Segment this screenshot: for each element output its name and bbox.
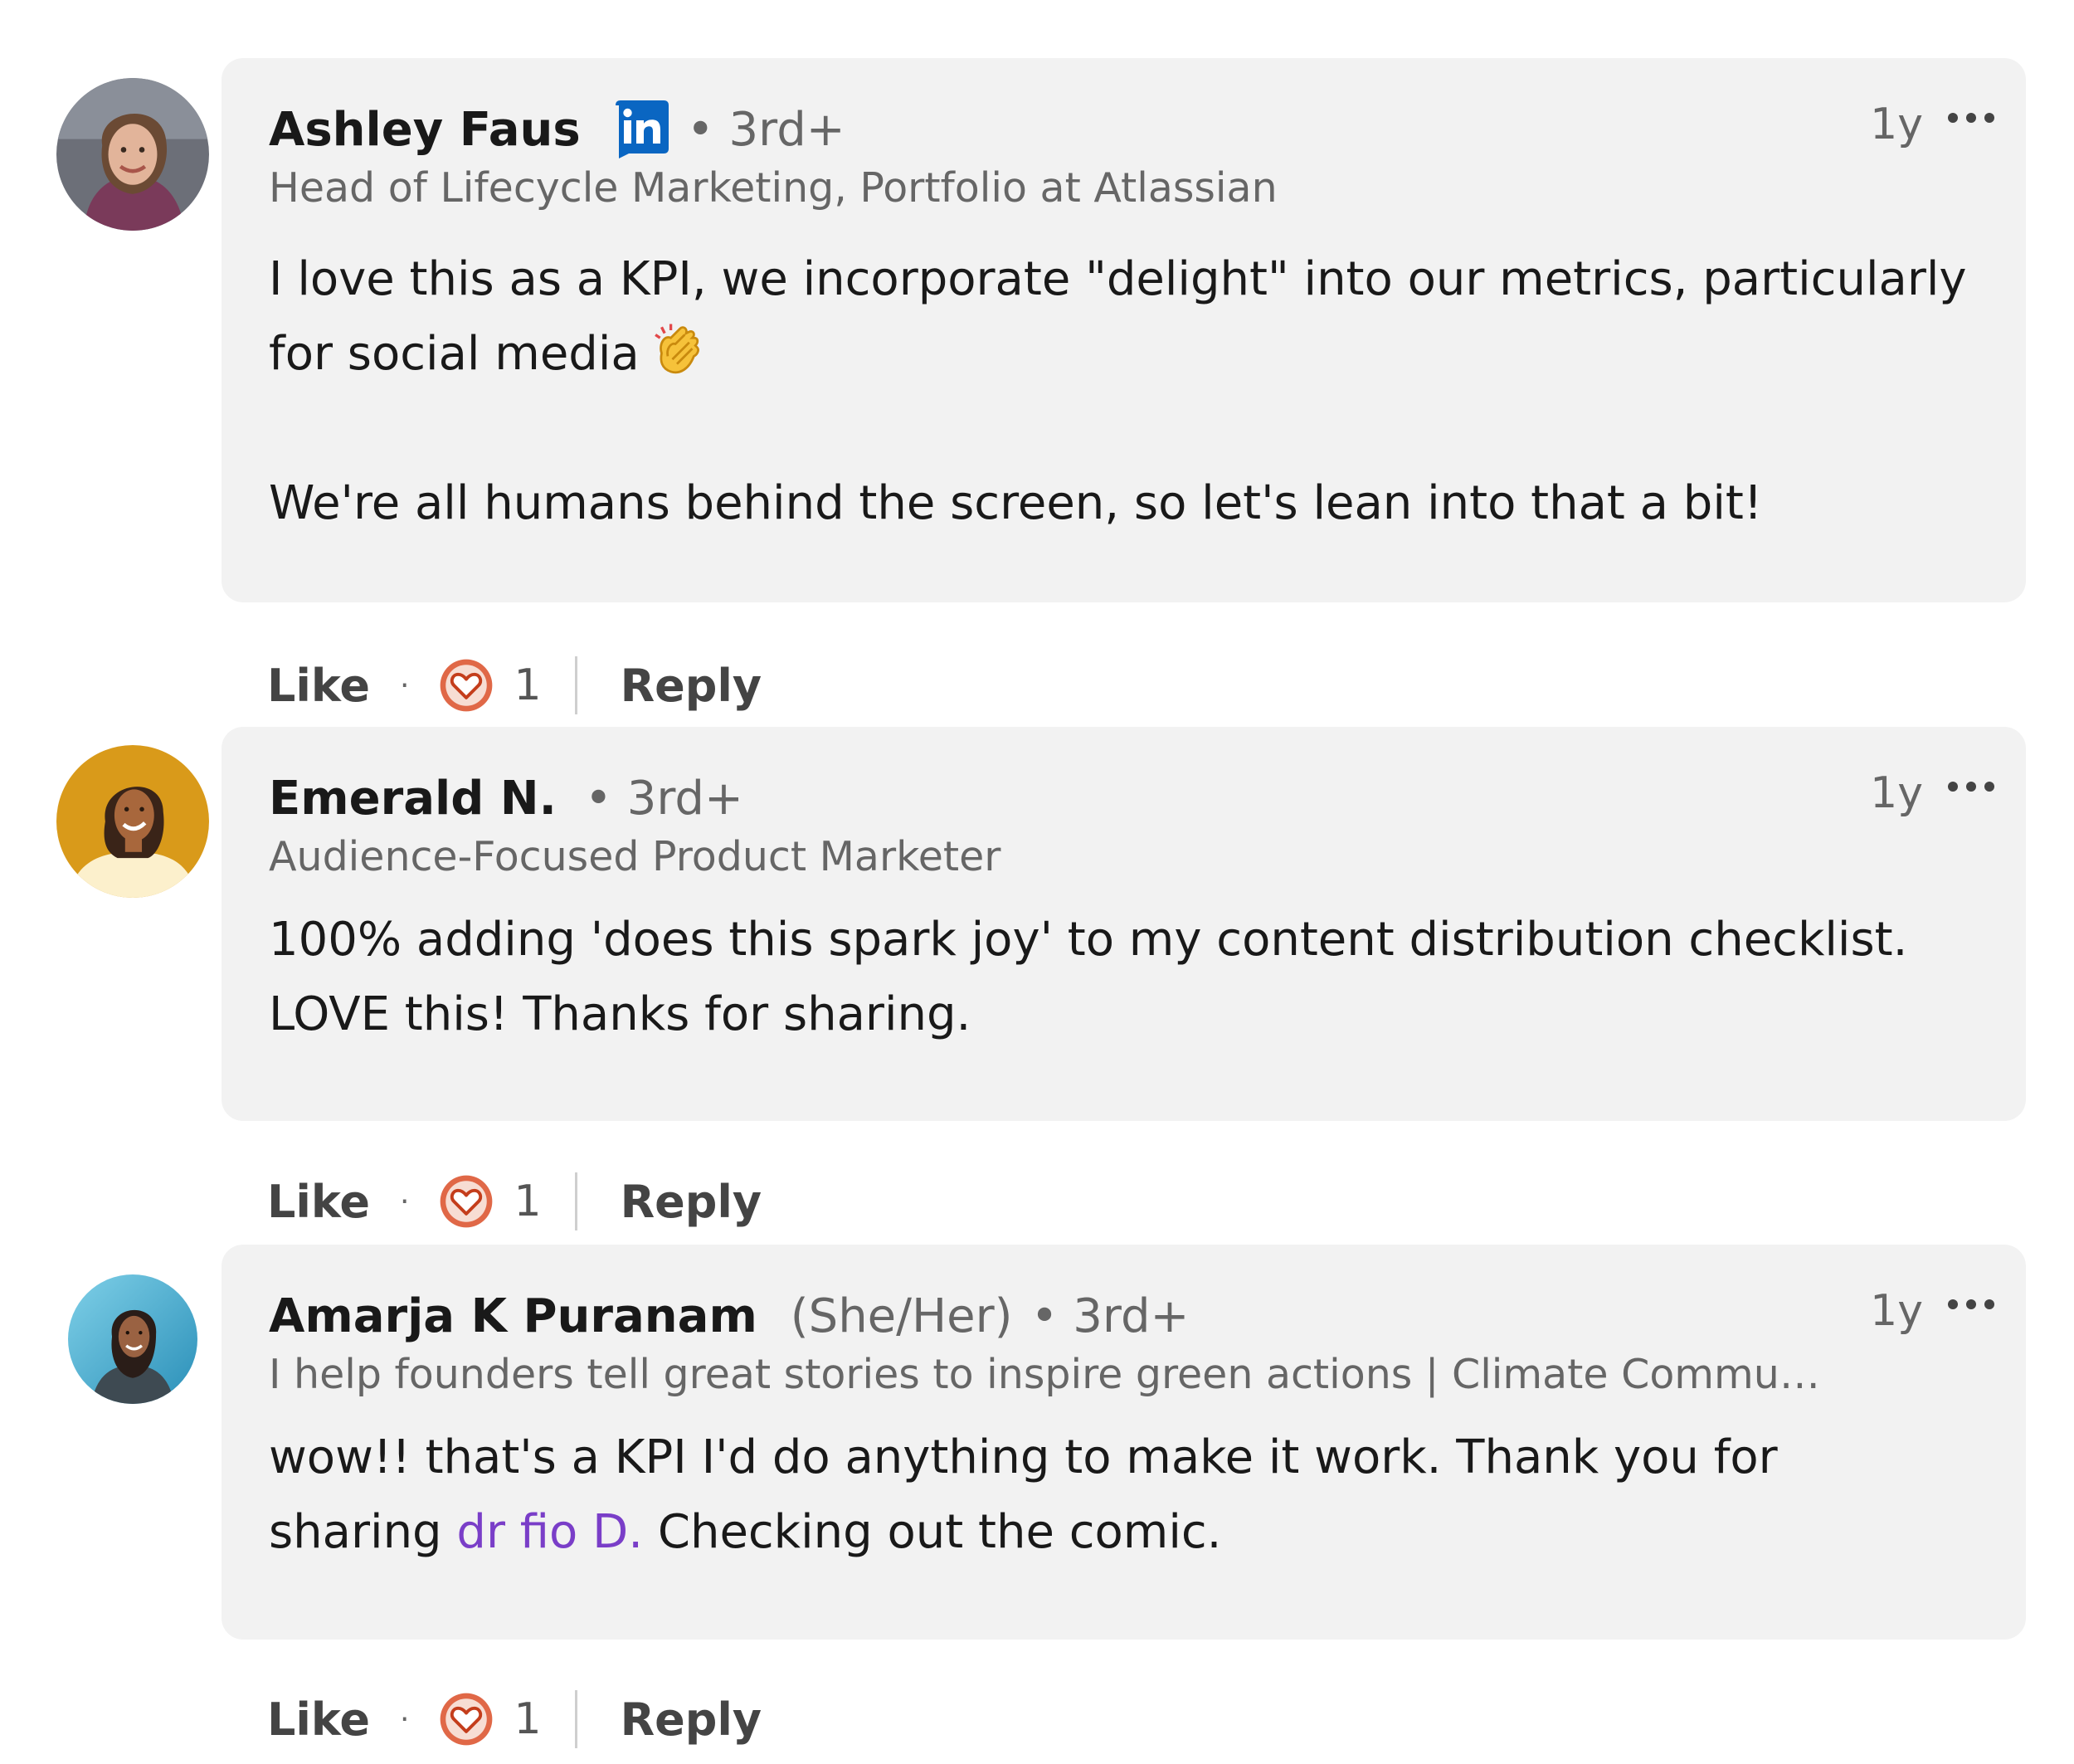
separator-dot: ·: [400, 668, 410, 703]
reaction-count[interactable]: 1: [514, 1177, 541, 1226]
reply-button[interactable]: Reply: [621, 1693, 762, 1746]
comment-text: wow!! that's a KPI I'd do anything to ma…: [269, 1420, 1978, 1570]
comment-text-line: We're all humans behind the screen, so l…: [269, 476, 1763, 530]
separator-dot: ·: [400, 1702, 410, 1737]
connection-degree: • 3rd+: [686, 102, 845, 157]
comment-thread: Ashley Faus • 3rd+ 1y Head of Lifecycle …: [0, 0, 2074, 1764]
reaction-count[interactable]: 1: [514, 660, 541, 710]
comment-text-fragment: Checking out the comic.: [643, 1505, 1222, 1559]
author-name[interactable]: Amarja K Puranam: [269, 1289, 757, 1343]
comment-text-line: sharing dr fio D. Checking out the comic…: [269, 1495, 1978, 1570]
connection-degree: • 3rd+: [1030, 1289, 1190, 1343]
reply-button[interactable]: Reply: [621, 1176, 762, 1228]
comment-header: Emerald N. • 3rd+: [269, 765, 2026, 831]
comment-bubble: Amarja K Puranam (She/Her) • 3rd+ 1y I h…: [222, 1245, 2026, 1640]
author-headline: I help founders tell great stories to in…: [269, 1351, 1820, 1398]
clapping-hands-icon: [646, 319, 708, 381]
comment-text: I love this as a KPI, we incorporate "de…: [269, 242, 1978, 541]
action-divider: [574, 1172, 577, 1230]
love-reaction-icon[interactable]: [439, 1692, 494, 1747]
author-name[interactable]: Emerald N.: [269, 772, 557, 826]
comment-text-line: wow!! that's a KPI I'd do anything to ma…: [269, 1430, 1778, 1484]
more-options-icon[interactable]: [1945, 770, 1998, 803]
avatar[interactable]: [56, 745, 209, 898]
separator-dot: ·: [400, 1184, 410, 1219]
like-button[interactable]: Like: [267, 1693, 370, 1746]
comment-header: Ashley Faus • 3rd+: [269, 96, 2026, 163]
comment-text-fragment: sharing: [269, 1505, 457, 1559]
love-reaction-icon[interactable]: [439, 1174, 494, 1229]
like-button[interactable]: Like: [267, 1176, 370, 1228]
avatar[interactable]: [56, 78, 209, 231]
more-options-icon[interactable]: [1945, 101, 1998, 134]
love-reaction-icon[interactable]: [439, 658, 494, 713]
author-headline: Head of Lifecycle Marketing, Portfolio a…: [269, 164, 1278, 212]
mention-link[interactable]: dr fio D.: [456, 1505, 643, 1559]
comment-actions: Like · 1 Reply: [267, 652, 762, 719]
author-headline: Audience-Focused Product Marketer: [269, 833, 1001, 880]
more-options-icon[interactable]: [1945, 1288, 1998, 1321]
timestamp: 1y: [1870, 768, 1923, 818]
comment-bubble: Ashley Faus • 3rd+ 1y Head of Lifecycle …: [222, 58, 2026, 602]
comment-text-line: LOVE this! Thanks for sharing.: [269, 987, 971, 1041]
connection-degree: • 3rd+: [584, 771, 743, 826]
author-name[interactable]: Ashley Faus: [269, 103, 581, 157]
linkedin-icon: [615, 100, 669, 158]
timestamp: 1y: [1870, 1286, 1923, 1336]
comment-actions: Like · 1 Reply: [267, 1168, 762, 1235]
comment-text-line: 100% adding 'does this spark joy' to my …: [269, 913, 1908, 967]
reply-button[interactable]: Reply: [621, 660, 762, 712]
comment-bubble: Emerald N. • 3rd+ 1y Audience-Focused Pr…: [222, 727, 2026, 1121]
action-divider: [574, 656, 577, 714]
like-button[interactable]: Like: [267, 660, 370, 712]
comment-text: 100% adding 'does this spark joy' to my …: [269, 903, 1978, 1052]
action-divider: [574, 1690, 577, 1748]
timestamp: 1y: [1870, 100, 1923, 149]
author-pronouns: (She/Her): [790, 1289, 1013, 1343]
comment-header: Amarja K Puranam (She/Her) • 3rd+: [269, 1283, 2026, 1349]
comment-actions: Like · 1 Reply: [267, 1686, 762, 1752]
comment-text-line: I love this as a KPI, we incorporate "de…: [269, 252, 1967, 381]
avatar[interactable]: [68, 1274, 197, 1404]
reaction-count[interactable]: 1: [514, 1694, 541, 1744]
